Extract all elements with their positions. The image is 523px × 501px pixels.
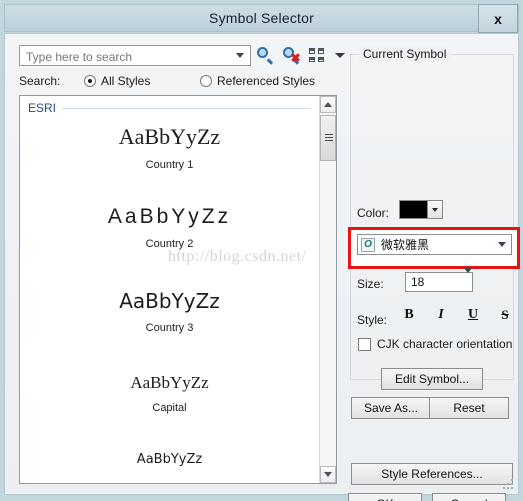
symbol-group-header-label: ESRI: [28, 101, 57, 115]
color-dropdown-caret[interactable]: [428, 201, 442, 218]
symbol-sample: AaBbYyZz: [130, 373, 209, 392]
scroll-up-button[interactable]: [320, 96, 336, 113]
chevron-down-icon: [324, 472, 332, 477]
radio-referenced-styles-label: Referenced Styles: [217, 74, 316, 88]
strikethrough-button[interactable]: S: [497, 306, 513, 324]
scroll-down-button[interactable]: [320, 466, 336, 483]
dialog-body: ✖ Search: All Styles Referenced Styles: [4, 33, 520, 501]
underline-button[interactable]: U: [465, 306, 481, 324]
ok-button[interactable]: OK: [348, 493, 422, 501]
font-size-combo[interactable]: 18: [405, 268, 473, 292]
title-bar: Symbol Selector x: [4, 4, 519, 33]
font-family-dropdown-button[interactable]: [493, 235, 511, 254]
list-item[interactable]: AaBbYyZz Country 3: [20, 291, 319, 334]
save-as-button[interactable]: Save As...: [351, 397, 431, 419]
search-dropdown-button[interactable]: [231, 47, 249, 64]
font-size-dropdown-button[interactable]: [464, 268, 472, 291]
edit-symbol-button[interactable]: Edit Symbol...: [381, 368, 483, 390]
cjk-orientation-checkbox[interactable]: CJK character orientation: [358, 337, 512, 351]
radio-all-styles[interactable]: All Styles: [84, 74, 150, 88]
color-label: Color:: [357, 206, 390, 220]
symbol-sample: AaBbYyZz: [118, 124, 221, 149]
radio-referenced-styles[interactable]: Referenced Styles: [200, 74, 315, 88]
search-combo[interactable]: [19, 45, 251, 66]
symbol-list[interactable]: ESRI AaBbYyZz Country 1 AaBbYyZz Country…: [19, 95, 337, 484]
list-item[interactable]: AaBbYyZz Country 1: [20, 124, 319, 172]
style-label: Style:: [357, 313, 388, 327]
radio-all-styles-label: All Styles: [101, 74, 151, 88]
italic-button[interactable]: I: [433, 306, 449, 324]
radio-all-styles-icon: [84, 75, 96, 87]
search-toolbar: ✖: [255, 44, 345, 66]
clear-search-icon[interactable]: ✖: [281, 45, 301, 65]
style-button-group: B I U S: [401, 306, 513, 324]
color-swatch: [400, 201, 428, 218]
font-family-combo[interactable]: O 微软雅黑: [357, 234, 512, 255]
checkbox-icon: [358, 337, 371, 351]
scrollbar-grip-icon: [325, 134, 333, 142]
symbol-sample: AaBbYyZz: [119, 289, 220, 313]
close-button[interactable]: x: [478, 4, 518, 33]
font-family-value: 微软雅黑: [381, 238, 430, 252]
resize-grip[interactable]: [503, 479, 515, 491]
symbol-preview: [354, 61, 510, 181]
close-icon: x: [494, 10, 502, 27]
list-item[interactable]: AaBbYyZz: [20, 453, 319, 466]
opentype-font-icon: O: [361, 237, 375, 252]
dialog-inner: ✖ Search: All Styles Referenced Styles: [5, 34, 520, 501]
cancel-button[interactable]: Cancel: [432, 493, 506, 501]
symbol-sample: AaBbYyZz: [107, 205, 232, 228]
size-label: Size:: [357, 277, 384, 291]
chevron-down-icon: [432, 207, 438, 212]
symbol-name: Country 1: [145, 159, 194, 171]
list-item[interactable]: AaBbYyZz Country 2: [20, 206, 319, 250]
reset-button[interactable]: Reset: [429, 397, 509, 419]
symbol-selector-dialog: Symbol Selector x Type here to search ✖ …: [0, 0, 523, 501]
cjk-orientation-label: CJK character orientation: [377, 337, 513, 351]
style-references-button[interactable]: Style References...: [351, 463, 513, 485]
chevron-down-icon: [464, 268, 472, 290]
group-header-rule: [62, 107, 311, 109]
search-icon[interactable]: [255, 45, 275, 65]
window-title: Symbol Selector: [209, 10, 314, 26]
symbol-sample: AaBbYyZz: [136, 452, 203, 467]
bold-button[interactable]: B: [401, 306, 417, 324]
font-size-value: 18: [411, 275, 425, 289]
symbol-list-viewport: ESRI AaBbYyZz Country 1 AaBbYyZz Country…: [20, 96, 319, 483]
chevron-down-icon: [236, 53, 244, 58]
symbol-name: Country 2: [145, 238, 194, 250]
view-mode-dropdown-caret[interactable]: [335, 52, 345, 58]
search-input[interactable]: [24, 48, 226, 66]
radio-referenced-styles-icon: [200, 75, 212, 87]
symbol-name: Country 3: [145, 322, 194, 334]
view-mode-icon[interactable]: [307, 45, 327, 65]
scrollbar-thumb[interactable]: [320, 115, 336, 161]
chevron-up-icon: [324, 102, 332, 107]
list-item[interactable]: AaBbYyZz Capital: [20, 374, 319, 414]
symbol-group-header: ESRI: [28, 101, 311, 115]
color-picker-button[interactable]: [399, 200, 443, 219]
symbol-list-scrollbar[interactable]: [319, 96, 336, 483]
symbol-name: Capital: [152, 402, 187, 414]
chevron-down-icon: [498, 242, 506, 247]
search-scope-label: Search:: [19, 74, 61, 88]
current-symbol-group-title: Current Symbol: [359, 47, 451, 61]
